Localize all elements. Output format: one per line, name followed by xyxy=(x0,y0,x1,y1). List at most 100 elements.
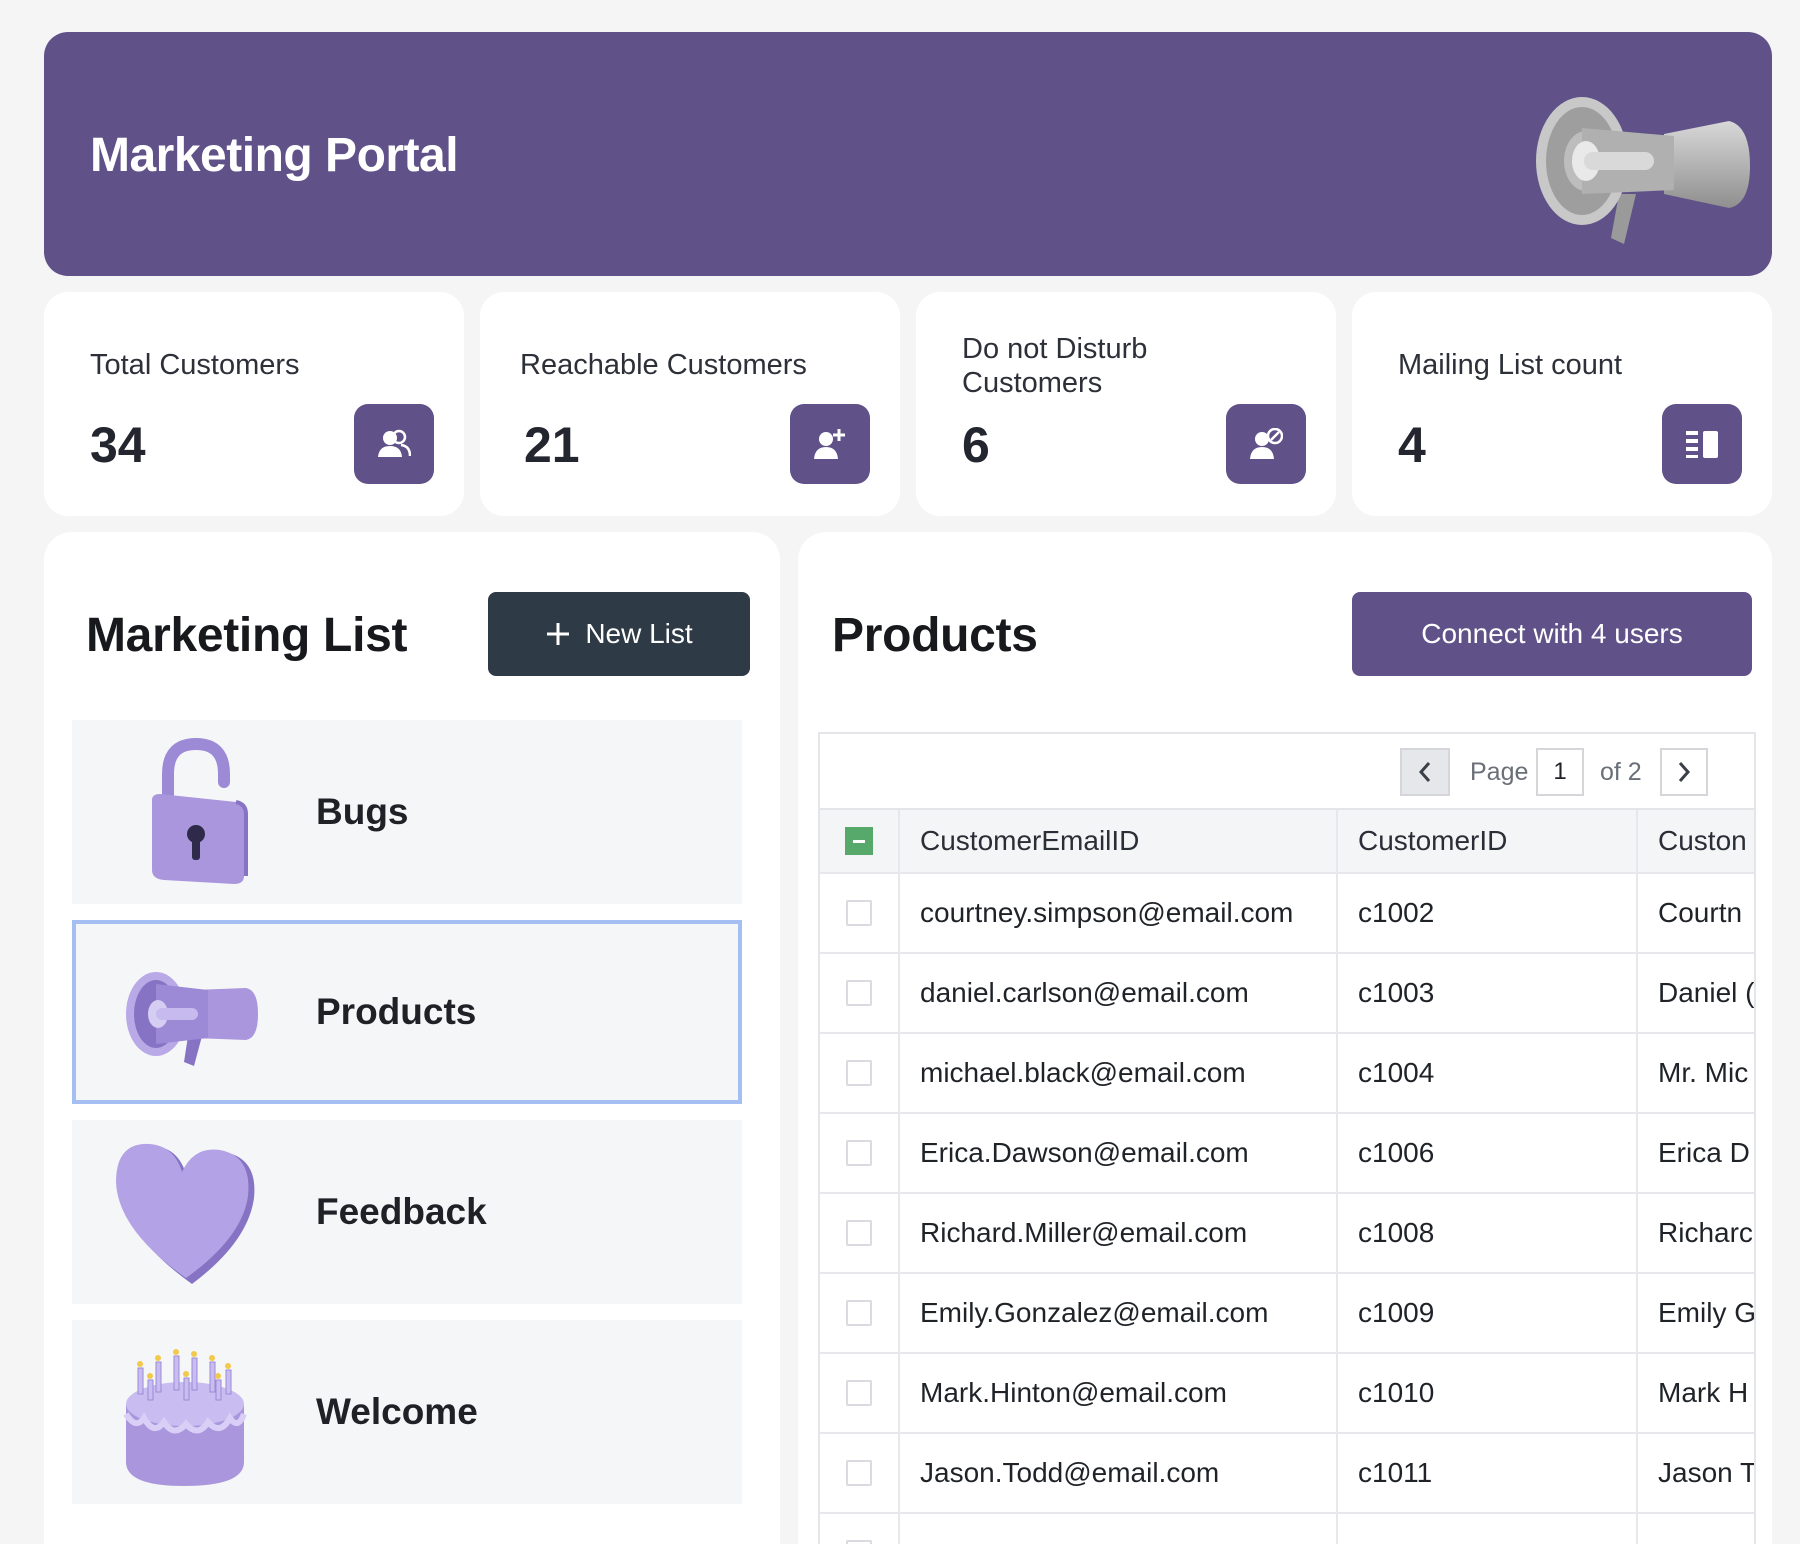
column-header-customer-id[interactable]: CustomerID xyxy=(1338,810,1638,872)
select-all-cell xyxy=(820,810,900,872)
stat-value: 21 xyxy=(524,417,580,473)
list-item-label: Welcome xyxy=(316,1391,478,1432)
cell-customer-id: c1002 xyxy=(1338,874,1638,952)
cell-customer-id: c1004 xyxy=(1338,1034,1638,1112)
stat-value: 6 xyxy=(962,417,990,473)
select-all-checkbox[interactable] xyxy=(845,827,873,855)
cell-email: Erica.Dawson@email.com xyxy=(900,1114,1338,1192)
cell-customer-name: Emily G xyxy=(1658,1297,1756,1328)
new-list-button[interactable]: New List xyxy=(488,592,750,676)
list-icon-button[interactable] xyxy=(1662,404,1742,484)
row-checkbox[interactable] xyxy=(846,1380,872,1406)
megaphone-icon xyxy=(1536,97,1750,244)
cell-email: daniel.carlson@email.com xyxy=(900,954,1338,1032)
marketing-list-title: Marketing List xyxy=(86,609,408,662)
table-row[interactable]: michael.black@email.com c1004 Mr. Mic xyxy=(820,1034,1754,1114)
plus-icon xyxy=(547,623,570,645)
prev-page-button[interactable] xyxy=(1400,748,1450,796)
stat-card-total-customers: Total Customers 34 xyxy=(44,292,464,516)
user-block-icon-button[interactable] xyxy=(1226,404,1306,484)
chevron-right-icon xyxy=(1678,762,1691,782)
table-row[interactable]: Emily.Gonzalez@email.com c1009 Emily G xyxy=(820,1274,1754,1354)
list-item-label: Feedback xyxy=(316,1191,487,1232)
row-checkbox[interactable] xyxy=(846,1540,872,1544)
cell-email: Richard.Miller@email.com xyxy=(900,1194,1338,1272)
user-block-icon xyxy=(1250,428,1283,459)
heart-icon xyxy=(116,1143,255,1284)
row-select-cell xyxy=(820,1034,900,1112)
row-select-cell xyxy=(820,1114,900,1192)
cell-customer-name: Richarc xyxy=(1658,1217,1753,1248)
row-select-cell xyxy=(820,874,900,952)
list-item-label: Products xyxy=(316,991,477,1032)
list-item-label: Bugs xyxy=(316,791,409,832)
cell-customer-id: c1009 xyxy=(1338,1274,1638,1352)
padlock-icon xyxy=(152,737,248,884)
stat-card-do-not-disturb: Do not Disturb Customers 6 xyxy=(916,292,1336,516)
page-label: Page xyxy=(1470,758,1529,786)
users-icon-button[interactable] xyxy=(354,404,434,484)
cell-customer-id: c1011 xyxy=(1338,1434,1638,1512)
cell-customer-name: Mark H xyxy=(1658,1377,1749,1408)
next-page-button[interactable] xyxy=(1660,748,1708,796)
column-header-email[interactable]: CustomerEmailID xyxy=(900,810,1338,872)
cell-customer-name: Daniel ( xyxy=(1658,977,1755,1008)
table-row[interactable]: Jason.Todd@email.com c1011 Jason T xyxy=(820,1434,1754,1514)
cell-customer-id: c1010 xyxy=(1338,1354,1638,1432)
stat-card-reachable-customers: Reachable Customers 21 xyxy=(480,292,900,516)
stat-label: Do not Disturb Customers xyxy=(962,333,1148,399)
megaphone-icon xyxy=(126,972,258,1066)
row-checkbox[interactable] xyxy=(846,980,872,1006)
row-checkbox[interactable] xyxy=(846,1460,872,1486)
column-header-customer-name[interactable]: Custon xyxy=(1638,810,1754,872)
page-number-input[interactable]: 1 xyxy=(1536,748,1584,796)
row-checkbox[interactable] xyxy=(846,900,872,926)
row-select-cell xyxy=(820,1274,900,1352)
cell-customer-id xyxy=(1338,1514,1638,1544)
cell-customer-name: Courtn xyxy=(1658,897,1743,928)
cell-customer-name: Erica D xyxy=(1658,1137,1750,1168)
stat-label: Total Customers xyxy=(90,349,300,381)
table-row[interactable]: courtney.simpson@email.com c1002 Courtn xyxy=(820,874,1754,954)
list-item-feedback[interactable]: Feedback xyxy=(72,1120,742,1304)
cell-email: courtney.simpson@email.com xyxy=(900,874,1338,952)
row-select-cell xyxy=(820,1354,900,1432)
table-row[interactable]: Richard.Miller@email.com c1008 Richarc xyxy=(820,1194,1754,1274)
cell-email: Mark.Hinton@email.com xyxy=(900,1354,1338,1432)
stat-value: 4 xyxy=(1398,417,1426,473)
row-checkbox[interactable] xyxy=(846,1140,872,1166)
cell-customer-name: Mr. Mic xyxy=(1658,1057,1749,1088)
stat-card-mailing-list-count: Mailing List count 4 xyxy=(1352,292,1772,516)
list-item-welcome[interactable]: Welcome xyxy=(72,1320,742,1504)
customer-grid: Page 1 of 2 CustomerEmailID CustomerID C… xyxy=(818,732,1756,1544)
table-row[interactable]: Erica.Dawson@email.com c1006 Erica D xyxy=(820,1114,1754,1194)
list-item-bugs[interactable]: Bugs xyxy=(72,720,742,904)
row-select-cell xyxy=(820,1194,900,1272)
marketing-list-panel: Marketing List New List Bugs Products Fe… xyxy=(44,532,780,1544)
cell-customer-id: c1003 xyxy=(1338,954,1638,1032)
row-checkbox[interactable] xyxy=(846,1060,872,1086)
row-checkbox[interactable] xyxy=(846,1300,872,1326)
products-panel: Products Connect with 4 users Page 1 of … xyxy=(798,532,1772,1544)
table-row[interactable]: Mark.Hinton@email.com c1010 Mark H xyxy=(820,1354,1754,1434)
row-select-cell xyxy=(820,1434,900,1512)
table-row[interactable] xyxy=(820,1514,1754,1544)
page-title: Marketing Portal xyxy=(90,129,459,182)
cell-email: Jason.Todd@email.com xyxy=(900,1434,1338,1512)
new-list-label: New List xyxy=(585,618,693,649)
user-add-icon-button[interactable] xyxy=(790,404,870,484)
page-total-label: of 2 xyxy=(1600,758,1642,786)
table-header-row: CustomerEmailID CustomerID Custon xyxy=(820,810,1754,874)
list-item-products[interactable]: Products xyxy=(72,920,742,1104)
table-row[interactable]: daniel.carlson@email.com c1003 Daniel ( xyxy=(820,954,1754,1034)
users-icon xyxy=(378,429,411,457)
pager: Page 1 of 2 xyxy=(820,734,1754,810)
cell-email: Emily.Gonzalez@email.com xyxy=(900,1274,1338,1352)
header-banner: Marketing Portal xyxy=(44,32,1772,276)
stat-label: Reachable Customers xyxy=(520,349,807,381)
row-select-cell xyxy=(820,954,900,1032)
user-add-icon xyxy=(814,429,845,459)
row-select-cell xyxy=(820,1514,900,1544)
connect-users-button[interactable]: Connect with 4 users xyxy=(1352,592,1752,676)
row-checkbox[interactable] xyxy=(846,1220,872,1246)
